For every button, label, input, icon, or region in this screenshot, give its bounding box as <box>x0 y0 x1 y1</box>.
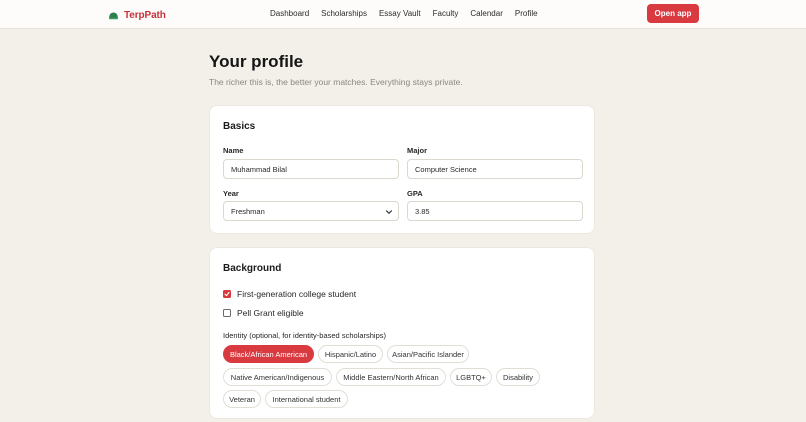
main-nav: Dashboard Scholarships Essay Vault Facul… <box>270 9 538 18</box>
gpa-input[interactable]: 3.85 <box>407 201 583 221</box>
identity-chip-native-american-indigenous[interactable]: Native American/Indigenous <box>223 368 332 386</box>
name-label: Name <box>223 146 244 155</box>
terrapin-logo-icon <box>108 11 119 20</box>
first-gen-checkbox[interactable] <box>223 290 231 298</box>
identity-chip-asian-pacific-islander[interactable]: Asian/Pacific Islander <box>387 345 469 363</box>
year-label: Year <box>223 189 239 198</box>
identity-chip-black-african-american[interactable]: Black/African American <box>223 345 314 363</box>
basics-title: Basics <box>223 121 256 132</box>
identity-chip-disability[interactable]: Disability <box>496 368 540 386</box>
pell-grant-label: Pell Grant eligible <box>237 308 304 318</box>
first-gen-label: First-generation college student <box>237 289 357 299</box>
identity-chip-lgbtq[interactable]: LGBTQ+ <box>450 368 492 386</box>
open-app-button[interactable]: Open app <box>647 4 699 23</box>
identity-chip-veteran[interactable]: Veteran <box>223 390 261 408</box>
background-card: Background First-generation college stud… <box>209 247 595 419</box>
check-icon <box>224 291 230 297</box>
background-title: Background <box>223 263 282 274</box>
nav-dashboard[interactable]: Dashboard <box>270 9 309 18</box>
major-value: Computer Science <box>415 164 477 174</box>
identity-chip-middle-eastern-north-african[interactable]: Middle Eastern/North African <box>336 368 446 386</box>
year-value: Freshman <box>231 206 265 216</box>
pell-grant-checkbox-row[interactable]: Pell Grant eligible <box>223 308 304 318</box>
pell-grant-checkbox[interactable] <box>223 309 231 317</box>
identity-chip-international-student[interactable]: International student <box>265 390 348 408</box>
nav-calendar[interactable]: Calendar <box>470 9 502 18</box>
nav-scholarships[interactable]: Scholarships <box>321 9 367 18</box>
basics-card: Basics Name Muhammad Bilal Major Compute… <box>209 105 595 234</box>
year-select[interactable]: Freshman <box>223 201 399 221</box>
chevron-down-icon <box>385 208 393 216</box>
nav-profile[interactable]: Profile <box>515 9 538 18</box>
page-subtitle: The richer this is, the better your matc… <box>209 77 463 87</box>
gpa-label: GPA <box>407 189 423 198</box>
name-input[interactable]: Muhammad Bilal <box>223 159 399 179</box>
nav-essay-vault[interactable]: Essay Vault <box>379 9 421 18</box>
nav-faculty[interactable]: Faculty <box>433 9 459 18</box>
page-title: Your profile <box>209 52 304 71</box>
major-label: Major <box>407 146 428 155</box>
brand-name: TerpPath <box>124 9 166 21</box>
identity-chip-hispanic-latino[interactable]: Hispanic/Latino <box>318 345 383 363</box>
gpa-value: 3.85 <box>415 206 430 216</box>
name-value: Muhammad Bilal <box>231 164 287 174</box>
brand[interactable]: TerpPath <box>108 8 166 22</box>
first-gen-checkbox-row[interactable]: First-generation college student <box>223 289 356 299</box>
identity-label: Identity (optional, for identity-based s… <box>223 331 387 340</box>
top-navbar: TerpPath Dashboard Scholarships Essay Va… <box>0 0 806 29</box>
major-input[interactable]: Computer Science <box>407 159 583 179</box>
